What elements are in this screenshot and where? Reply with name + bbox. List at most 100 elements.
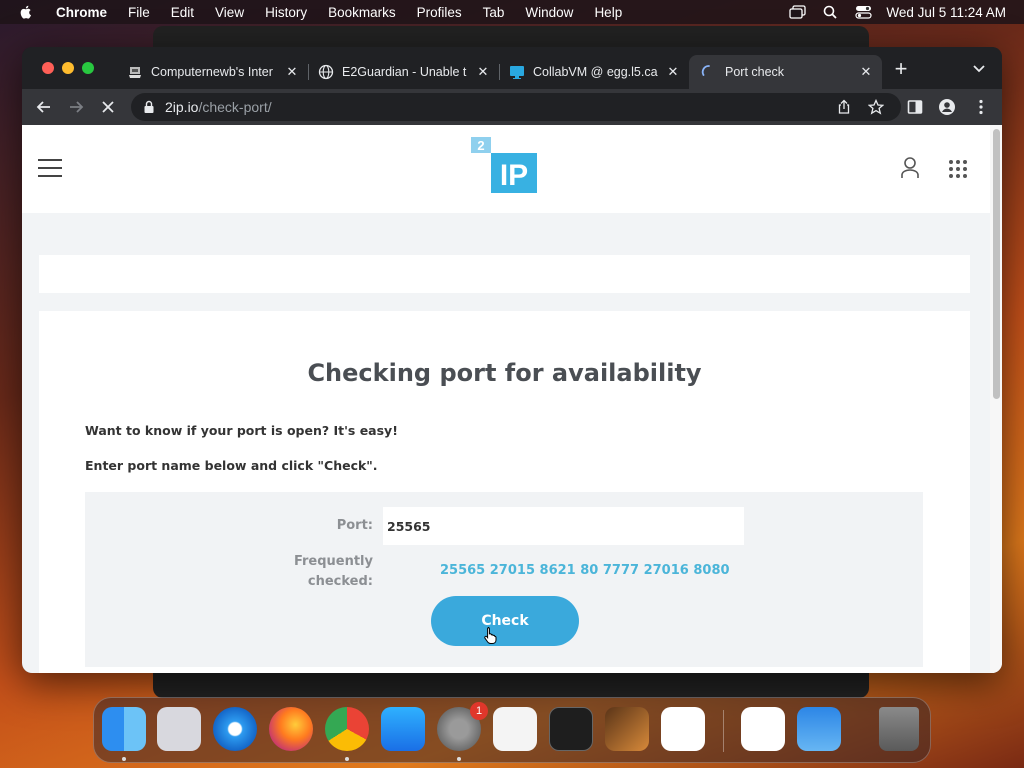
stop-loading-icon[interactable] bbox=[99, 98, 117, 116]
frequent-ports-list: 25565 27015 8621 80 7777 27016 8080 bbox=[440, 563, 730, 578]
garageband-app-icon[interactable] bbox=[605, 707, 649, 751]
tab-computernewb[interactable]: Computernewb's Inter ✕ bbox=[115, 55, 309, 89]
menu-file[interactable]: File bbox=[128, 5, 150, 20]
globe-icon bbox=[318, 64, 334, 80]
tab-collabvm[interactable]: CollabVM @ egg.l5.ca ✕ bbox=[497, 55, 689, 89]
menubar-clock[interactable]: Wed Jul 5 11:24 AM bbox=[886, 5, 1006, 20]
tab-title: Port check bbox=[725, 65, 785, 79]
menu-edit[interactable]: Edit bbox=[171, 5, 194, 20]
running-indicator bbox=[122, 757, 126, 761]
frequent-port-link[interactable]: 27015 bbox=[490, 563, 535, 578]
lock-icon[interactable] bbox=[143, 100, 155, 114]
logo-small-text: 2 bbox=[477, 138, 484, 153]
check-button[interactable]: Check bbox=[431, 596, 579, 646]
screen-mirroring-icon[interactable] bbox=[789, 5, 807, 19]
macos-dock: 1 bbox=[93, 697, 931, 763]
hamburger-menu-icon[interactable] bbox=[38, 159, 62, 177]
weather-app-icon[interactable] bbox=[797, 707, 841, 751]
frequently-checked-label: Frequently checked: bbox=[293, 554, 373, 589]
new-tab-button[interactable]: + bbox=[892, 58, 910, 80]
close-tab-icon[interactable]: ✕ bbox=[858, 64, 874, 80]
menu-app-name[interactable]: Chrome bbox=[56, 5, 107, 20]
menu-profiles[interactable]: Profiles bbox=[417, 5, 462, 20]
web-page: 2 IP Checking port for availability Want… bbox=[22, 125, 1002, 673]
port-label: Port: bbox=[336, 518, 373, 533]
notification-badge: 1 bbox=[470, 702, 488, 720]
menu-view[interactable]: View bbox=[215, 5, 244, 20]
2ip-logo[interactable]: 2 IP bbox=[471, 137, 539, 195]
logo-big-text: IP bbox=[500, 159, 528, 192]
menu-tab[interactable]: Tab bbox=[483, 5, 505, 20]
side-panel-icon[interactable] bbox=[906, 98, 924, 116]
menu-help[interactable]: Help bbox=[594, 5, 622, 20]
page-title: Checking port for availability bbox=[307, 359, 702, 387]
close-tab-icon[interactable]: ✕ bbox=[284, 64, 300, 80]
finder-app-icon[interactable] bbox=[102, 707, 146, 751]
trash-icon[interactable] bbox=[879, 707, 919, 751]
address-bar[interactable]: 2ip.io/check-port/ bbox=[131, 93, 901, 121]
hand-pointer-cursor-icon bbox=[484, 627, 497, 644]
textedit-app-icon[interactable] bbox=[493, 707, 537, 751]
tab-title: CollabVM @ egg.l5.ca bbox=[533, 65, 658, 79]
intro-text: Want to know if your port is open? It's … bbox=[85, 423, 398, 438]
dock-divider bbox=[723, 710, 724, 752]
control-center-icon[interactable] bbox=[855, 5, 873, 19]
loading-spinner-icon bbox=[701, 65, 710, 76]
tab-strip: Computernewb's Inter ✕ E2Guardian - Unab… bbox=[22, 47, 1002, 89]
apple-menu-icon[interactable] bbox=[18, 4, 34, 20]
forward-arrow-icon[interactable] bbox=[67, 98, 85, 116]
close-window-button[interactable] bbox=[42, 62, 54, 74]
macos-menu-bar: Chrome File Edit View History Bookmarks … bbox=[0, 0, 1024, 24]
url-path: /check-port/ bbox=[198, 99, 272, 115]
chrome-app-icon[interactable] bbox=[325, 707, 369, 751]
page-scrollbar[interactable] bbox=[990, 125, 1002, 673]
tab-e2guardian[interactable]: E2Guardian - Unable t ✕ bbox=[306, 55, 500, 89]
url-domain: 2ip.io bbox=[165, 99, 199, 115]
running-indicator bbox=[457, 757, 461, 761]
browser-toolbar: 2ip.io/check-port/ bbox=[22, 89, 1002, 125]
bookmark-star-icon[interactable] bbox=[868, 99, 884, 115]
fullscreen-window-button[interactable] bbox=[82, 62, 94, 74]
app-store-app-icon[interactable] bbox=[381, 707, 425, 751]
spotlight-search-icon[interactable] bbox=[822, 5, 839, 19]
terminal-app-icon[interactable] bbox=[549, 707, 593, 751]
frequent-port-link[interactable]: 8080 bbox=[693, 563, 729, 578]
frequent-port-link[interactable]: 8621 bbox=[540, 563, 576, 578]
frequent-port-link[interactable]: 7777 bbox=[603, 563, 639, 578]
tab-title: Computernewb's Inter bbox=[151, 65, 273, 79]
vscode-app-icon[interactable] bbox=[661, 707, 705, 751]
instruction-text: Enter port name below and click "Check". bbox=[85, 458, 378, 473]
running-indicator bbox=[345, 757, 349, 761]
empty-banner-card bbox=[39, 255, 970, 293]
monitor-icon bbox=[510, 66, 524, 79]
profile-icon[interactable] bbox=[938, 98, 956, 116]
user-account-icon[interactable] bbox=[900, 157, 920, 179]
tab-search-chevron-icon[interactable] bbox=[972, 64, 986, 74]
visual-studio-app-icon[interactable] bbox=[741, 707, 785, 751]
menu-window[interactable]: Window bbox=[525, 5, 573, 20]
more-options-icon[interactable] bbox=[972, 98, 990, 116]
apps-grid-icon[interactable] bbox=[948, 159, 968, 179]
port-check-form: Port: Frequently checked: 25565 27015 86… bbox=[85, 492, 923, 667]
site-header: 2 IP bbox=[22, 125, 990, 213]
launchpad-app-icon[interactable] bbox=[157, 707, 201, 751]
port-check-card: Checking port for availability Want to k… bbox=[39, 311, 970, 673]
share-icon[interactable] bbox=[836, 99, 852, 115]
close-tab-icon[interactable]: ✕ bbox=[475, 64, 491, 80]
menu-history[interactable]: History bbox=[265, 5, 307, 20]
safari-app-icon[interactable] bbox=[213, 707, 257, 751]
close-tab-icon[interactable]: ✕ bbox=[665, 64, 681, 80]
tab-port-check[interactable]: Port check ✕ bbox=[689, 55, 882, 89]
frequent-port-link[interactable]: 80 bbox=[580, 563, 598, 578]
menu-bookmarks[interactable]: Bookmarks bbox=[328, 5, 396, 20]
firefox-app-icon[interactable] bbox=[269, 707, 313, 751]
scrollbar-thumb[interactable] bbox=[993, 129, 1000, 399]
frequent-port-link[interactable]: 27016 bbox=[644, 563, 689, 578]
minimize-window-button[interactable] bbox=[62, 62, 74, 74]
tab-title: E2Guardian - Unable t bbox=[342, 65, 467, 79]
computernewb-icon bbox=[129, 67, 141, 78]
back-arrow-icon[interactable] bbox=[35, 98, 53, 116]
chrome-window: Computernewb's Inter ✕ E2Guardian - Unab… bbox=[22, 47, 1002, 673]
frequent-port-link[interactable]: 25565 bbox=[440, 563, 485, 578]
port-input[interactable] bbox=[383, 507, 744, 545]
